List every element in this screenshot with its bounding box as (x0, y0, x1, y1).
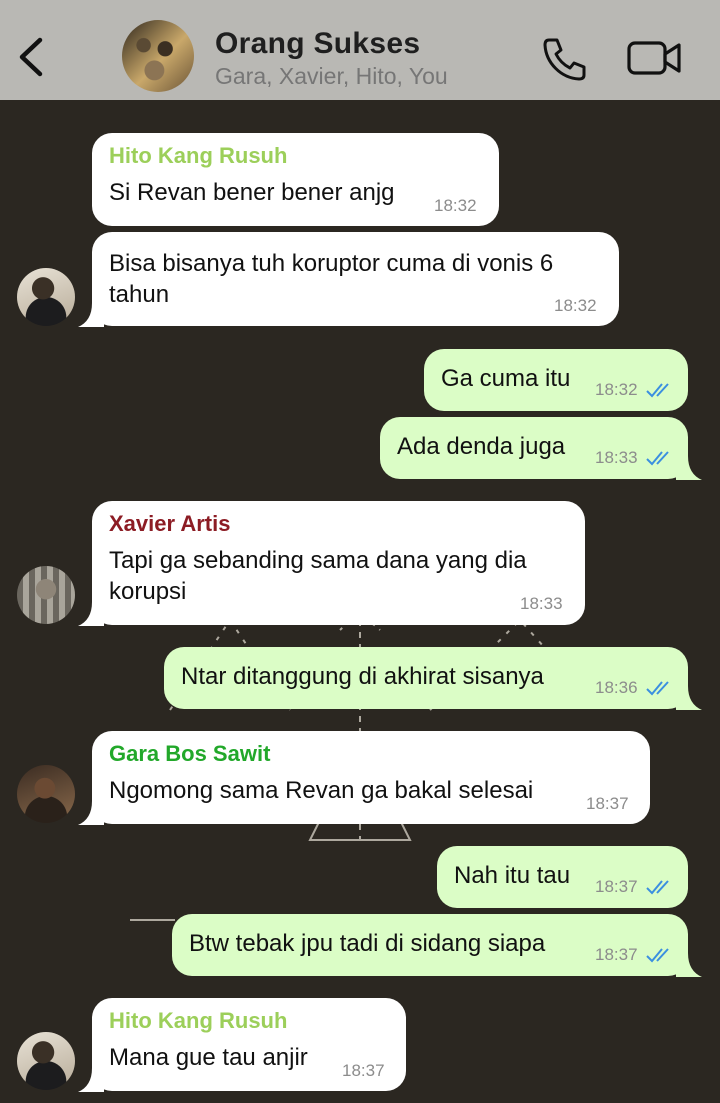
bubble-tail (676, 686, 702, 710)
message-text: Btw tebak jpu tadi di sidang siapa (189, 930, 546, 957)
double-check-icon (646, 948, 669, 963)
message-text: Ada denda juga (397, 433, 566, 460)
message-text: tahun (109, 281, 170, 308)
sender-name: Xavier Artis (109, 511, 231, 536)
avatar-hito[interactable] (17, 268, 75, 326)
message-bubble-incoming[interactable]: Bisa bisanya tuh koruptor cuma di vonis … (78, 232, 619, 327)
message-text: Mana gue tau anjir (109, 1044, 308, 1071)
sender-name: Hito Kang Rusuh (109, 1008, 288, 1033)
message-bubble-outgoing[interactable]: Btw tebak jpu tadi di sidang siapa 18:37 (172, 914, 702, 977)
message-text: Tapi ga sebanding sama dana yang dia (109, 547, 527, 574)
message-time: 18:37 (342, 1061, 385, 1080)
message-time: 18:37 (595, 877, 638, 896)
bubble-tail (676, 456, 702, 480)
avatar-gara[interactable] (17, 765, 75, 823)
message-text: Ga cuma itu (441, 365, 571, 392)
message-time: 18:32 (595, 380, 638, 399)
bubble-tail (78, 801, 104, 825)
message-text: Nah itu tau (454, 862, 571, 889)
avatar-xavier[interactable] (17, 566, 75, 624)
message-bubble-incoming[interactable]: Hito Kang Rusuh Si Revan bener bener anj… (92, 133, 499, 226)
message-time: 18:36 (595, 678, 638, 697)
bubble-tail (78, 1068, 104, 1092)
double-check-icon (646, 681, 669, 696)
chat-members[interactable]: Gara, Xavier, Hito, You (215, 63, 448, 90)
message-bubble-incoming[interactable]: Gara Bos Sawit Ngomong sama Revan ga bak… (78, 731, 650, 825)
message-text: Ngomong sama Revan ga bakal selesai (109, 777, 534, 804)
chat-header: Orang Sukses Gara, Xavier, Hito, You (0, 0, 720, 100)
message-time: 18:32 (434, 196, 477, 215)
message-time: 18:33 (595, 448, 638, 467)
message-text: Bisa bisanya tuh koruptor cuma di vonis … (109, 250, 554, 277)
back-chevron-icon[interactable] (14, 34, 48, 80)
message-time: 18:33 (520, 594, 563, 613)
message-text: korupsi (109, 578, 187, 605)
video-camera-icon[interactable] (626, 38, 682, 78)
message-bubble-outgoing[interactable]: Ga cuma itu 18:32 (424, 349, 688, 411)
phone-icon[interactable] (540, 36, 586, 82)
message-bubble-incoming[interactable]: Hito Kang Rusuh Mana gue tau anjir 18:37 (78, 998, 406, 1092)
message-bubble-outgoing[interactable]: Ntar ditanggung di akhirat sisanya 18:36 (164, 647, 702, 710)
bubble-tail (78, 303, 104, 327)
message-bubble-outgoing[interactable]: Nah itu tau 18:37 (437, 846, 688, 908)
group-avatar[interactable] (122, 20, 194, 92)
message-text: Si Revan bener bener anjg (109, 179, 395, 206)
avatar-hito[interactable] (17, 1032, 75, 1090)
message-time: 18:37 (595, 945, 638, 964)
double-check-icon (646, 451, 669, 466)
message-bubble-incoming[interactable]: Xavier Artis Tapi ga sebanding sama dana… (78, 501, 585, 626)
double-check-icon (646, 383, 669, 398)
message-bubble-outgoing[interactable]: Ada denda juga 18:33 (380, 417, 702, 480)
sender-name: Gara Bos Sawit (109, 741, 271, 766)
bubble-tail (78, 602, 104, 626)
sender-name: Hito Kang Rusuh (109, 143, 288, 168)
chat-title[interactable]: Orang Sukses (215, 27, 420, 61)
message-text: Ntar ditanggung di akhirat sisanya (181, 663, 544, 690)
double-check-icon (646, 880, 669, 895)
message-time: 18:37 (586, 794, 629, 813)
message-time: 18:32 (554, 296, 597, 315)
bubble-tail (676, 953, 702, 977)
